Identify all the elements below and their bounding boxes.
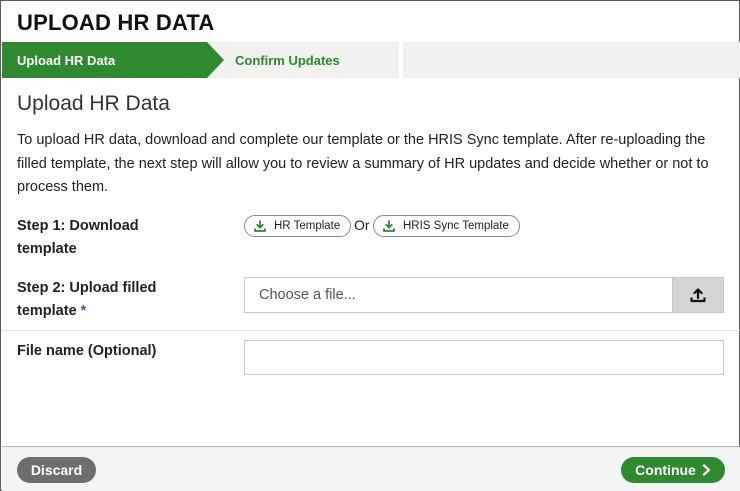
continue-button[interactable]: Continue	[621, 457, 725, 483]
step-arrow	[207, 42, 224, 78]
step-upload-hr-data[interactable]: Upload HR Data	[2, 42, 207, 78]
file-name-input[interactable]	[244, 340, 724, 375]
row-divider	[2, 330, 740, 331]
hris-sync-template-button[interactable]: HRIS Sync Template	[373, 215, 520, 237]
step2-label: Step 2: Upload filled template *	[17, 280, 157, 319]
chevron-right-icon	[702, 464, 710, 476]
dialog-title: UPLOAD HR DATA	[17, 10, 215, 35]
hr-template-label: HR Template	[274, 220, 341, 232]
step-divider	[399, 42, 403, 78]
upload-file-button[interactable]	[672, 278, 723, 312]
download-icon	[254, 220, 266, 232]
file-chooser-placeholder: Choose a file...	[259, 287, 356, 303]
file-chooser[interactable]: Choose a file...	[244, 277, 724, 313]
discard-button[interactable]: Discard	[17, 457, 96, 483]
upload-hr-data-dialog: UPLOAD HR DATA Upload HR Data Confirm Up…	[0, 0, 740, 491]
step1-label: Step 1: Download template	[17, 218, 139, 257]
step-confirm-updates[interactable]: Confirm Updates	[235, 42, 340, 78]
upload-icon	[690, 288, 706, 303]
hris-sync-template-label: HRIS Sync Template	[403, 220, 509, 232]
file-name-label: File name (Optional)	[17, 343, 157, 359]
dialog-footer: Discard Continue	[2, 446, 740, 491]
wizard-steps: Upload HR Data Confirm Updates	[2, 42, 740, 78]
section-heading: Upload HR Data	[17, 92, 170, 115]
intro-text: To upload HR data, download and complete…	[17, 132, 709, 195]
or-separator: Or	[354, 217, 370, 233]
required-marker: *	[80, 303, 87, 319]
download-icon	[383, 220, 395, 232]
hr-template-button[interactable]: HR Template	[244, 215, 352, 237]
